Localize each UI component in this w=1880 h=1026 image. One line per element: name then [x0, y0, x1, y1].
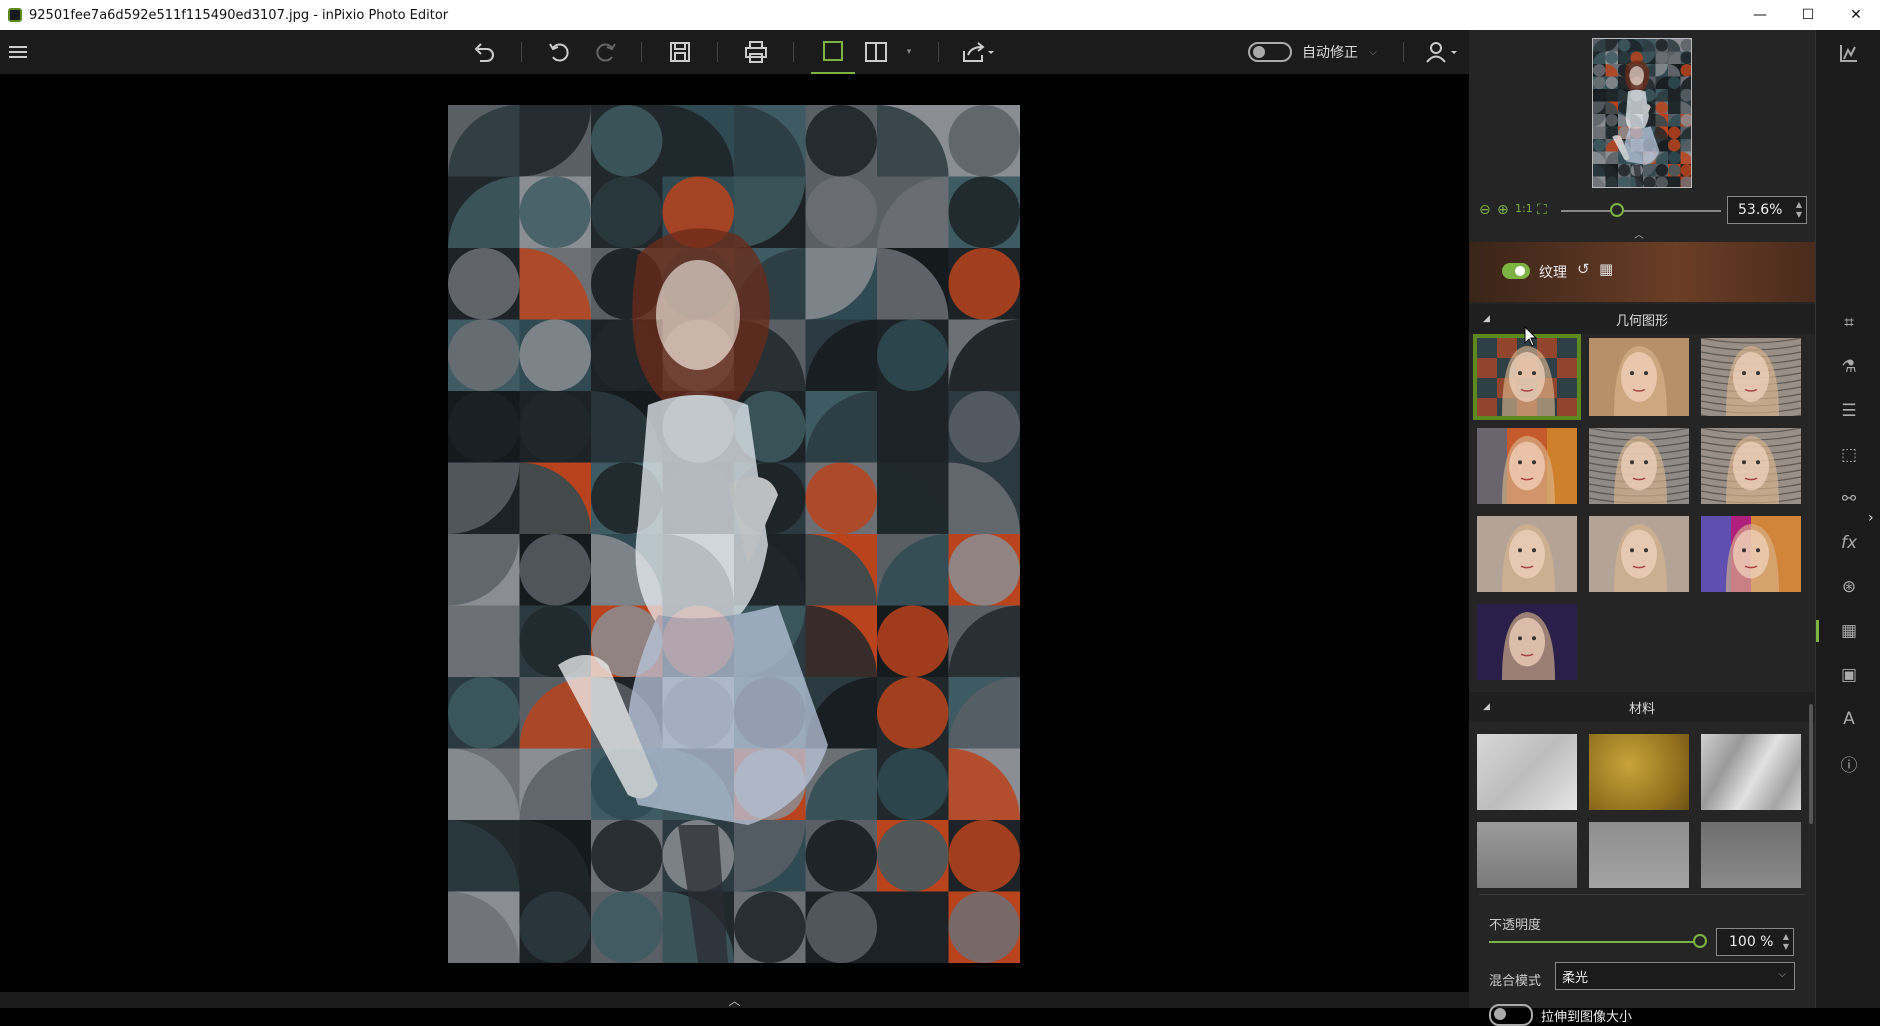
text-tool-icon[interactable]: A: [1838, 708, 1860, 730]
material-thumb-1[interactable]: [1477, 734, 1577, 810]
collapse-navigator-icon[interactable]: ︿: [1634, 226, 1644, 241]
image-canvas[interactable]: [0, 74, 1469, 992]
opacity-slider-thumb[interactable]: [1693, 934, 1707, 948]
panel-scrollbar[interactable]: [1809, 704, 1813, 824]
expand-panel-icon[interactable]: ›: [1868, 510, 1874, 526]
effects-fx-icon[interactable]: fx: [1838, 532, 1860, 554]
material-thumb-5[interactable]: [1589, 822, 1689, 888]
texture-thumb-geometric-5[interactable]: [1589, 428, 1689, 504]
tools-rail: ⌗ ⚗ ☰ ⬚ ⚯ fx ⊛ ▦ ▣ A ⓘ ›: [1815, 30, 1880, 1008]
redo-icon[interactable]: [592, 30, 620, 74]
undo-icon[interactable]: [470, 30, 498, 74]
expand-filmstrip-icon[interactable]: ︿: [728, 992, 740, 1009]
minimize-button[interactable]: —: [1736, 0, 1784, 30]
account-icon[interactable]: [1422, 30, 1462, 74]
window-title: 92501fee7a6d592e511f115490ed3107.jpg - i…: [29, 7, 449, 23]
texture-thumb-geometric-3[interactable]: [1701, 338, 1801, 416]
auto-fix-toggle[interactable]: [1246, 30, 1294, 74]
actual-size-icon[interactable]: 1:1: [1515, 202, 1533, 218]
selection-icon[interactable]: ⬚: [1838, 444, 1860, 466]
save-icon[interactable]: [666, 30, 694, 74]
zoom-spinner-icon[interactable]: ▲ ▼: [1796, 200, 1802, 220]
glasses-icon[interactable]: ⚯: [1838, 488, 1860, 510]
texture-thumb-geometric-1[interactable]: [1473, 334, 1581, 420]
flask-icon[interactable]: ⚗: [1838, 356, 1860, 378]
zoom-slider[interactable]: [1561, 210, 1721, 212]
crop-icon[interactable]: ⌗: [1838, 312, 1860, 334]
stretch-label: 拉伸到图像大小: [1541, 1010, 1633, 1025]
texture-label: 纹理: [1539, 265, 1567, 281]
blend-mode-label: 混合模式: [1489, 974, 1542, 989]
compare-view-icon[interactable]: [862, 30, 890, 74]
title-bar: 92501fee7a6d592e511f115490ed3107.jpg - i…: [0, 0, 1880, 30]
adjustments-icon[interactable]: ☰: [1838, 400, 1860, 422]
texture-thumb-geometric-2[interactable]: [1589, 338, 1689, 416]
undo-step-icon[interactable]: [545, 30, 573, 74]
opacity-input[interactable]: 100 % ▲ ▼: [1716, 928, 1794, 956]
auto-fix-dropdown-icon[interactable]: ⌵: [1366, 30, 1380, 74]
grid-icon[interactable]: ▦: [1599, 260, 1613, 278]
texture-thumb-geometric-8[interactable]: [1589, 516, 1689, 592]
main-toolbar: ▾ 自动修正 ⌵: [0, 30, 1469, 74]
section-materials[interactable]: ◢ 材料: [1469, 692, 1815, 722]
compare-dropdown-icon[interactable]: ▾: [902, 30, 916, 74]
chevron-down-icon: ⌵: [1778, 969, 1786, 980]
mouse-cursor-icon: [1524, 326, 1538, 347]
texture-thumb-geometric-6[interactable]: [1701, 428, 1801, 504]
single-view-icon[interactable]: [811, 30, 855, 74]
texture-thumb-geometric-9[interactable]: [1701, 516, 1801, 592]
right-panel: ⊖ ⊕ 1:1 ⛶ 53.6% ▲▼ ︿ 纹理 ↺ ▦ ◢ 几何图形 ◢ 材料: [1469, 30, 1815, 1026]
close-button[interactable]: ✕: [1832, 0, 1880, 30]
zoom-slider-thumb[interactable]: [1610, 203, 1624, 217]
zoom-input[interactable]: 53.6% ▲ ▼: [1727, 196, 1807, 224]
histogram-icon[interactable]: [1838, 42, 1860, 64]
maximize-button[interactable]: ☐: [1784, 0, 1832, 30]
blend-mode-select[interactable]: 柔光 ⌵: [1555, 962, 1795, 990]
stretch-toggle[interactable]: [1489, 1004, 1533, 1026]
texture-thumb-geometric-7[interactable]: [1477, 516, 1577, 592]
bottom-bar: ︿: [0, 992, 1469, 1008]
texture-tool-icon[interactable]: ▦: [1838, 620, 1860, 642]
navigator-thumbnail[interactable]: [1592, 38, 1692, 188]
texture-thumb-geometric-4[interactable]: [1477, 428, 1577, 504]
opacity-slider[interactable]: [1489, 941, 1701, 943]
collapse-triangle-icon: ◢: [1483, 702, 1490, 712]
color-mix-icon[interactable]: ⊛: [1838, 576, 1860, 598]
print-icon[interactable]: [742, 30, 770, 74]
material-thumb-4[interactable]: [1477, 822, 1577, 888]
texture-header: 纹理 ↺ ▦: [1469, 242, 1815, 302]
edited-photo[interactable]: [448, 105, 1020, 963]
opacity-label: 不透明度: [1489, 918, 1542, 933]
menu-icon[interactable]: [6, 30, 30, 74]
zoom-out-icon[interactable]: ⊖: [1479, 202, 1495, 218]
zoom-controls: ⊖ ⊕ 1:1 ⛶ 53.6% ▲ ▼: [1469, 192, 1815, 228]
material-thumb-2[interactable]: [1589, 734, 1689, 810]
material-thumb-6[interactable]: [1701, 822, 1801, 888]
zoom-in-icon[interactable]: ⊕: [1497, 202, 1513, 218]
fit-screen-icon[interactable]: ⛶: [1537, 202, 1553, 218]
auto-fix-label: 自动修正: [1302, 45, 1358, 61]
collapse-triangle-icon: ◢: [1483, 314, 1490, 324]
frame-icon[interactable]: ▣: [1838, 664, 1860, 686]
texture-thumb-geometric-10[interactable]: [1477, 604, 1577, 680]
app-logo-icon: [8, 8, 22, 22]
texture-toggle[interactable]: [1502, 263, 1530, 279]
material-thumb-3[interactable]: [1701, 734, 1801, 810]
section-geometric[interactable]: ◢ 几何图形: [1469, 304, 1815, 334]
window-controls: — ☐ ✕: [1736, 0, 1880, 30]
opacity-spinner-icon[interactable]: ▲ ▼: [1783, 932, 1789, 952]
info-icon[interactable]: ⓘ: [1838, 752, 1860, 776]
share-icon[interactable]: [958, 30, 998, 74]
reset-icon[interactable]: ↺: [1577, 260, 1590, 278]
active-tool-indicator: [1816, 620, 1819, 642]
